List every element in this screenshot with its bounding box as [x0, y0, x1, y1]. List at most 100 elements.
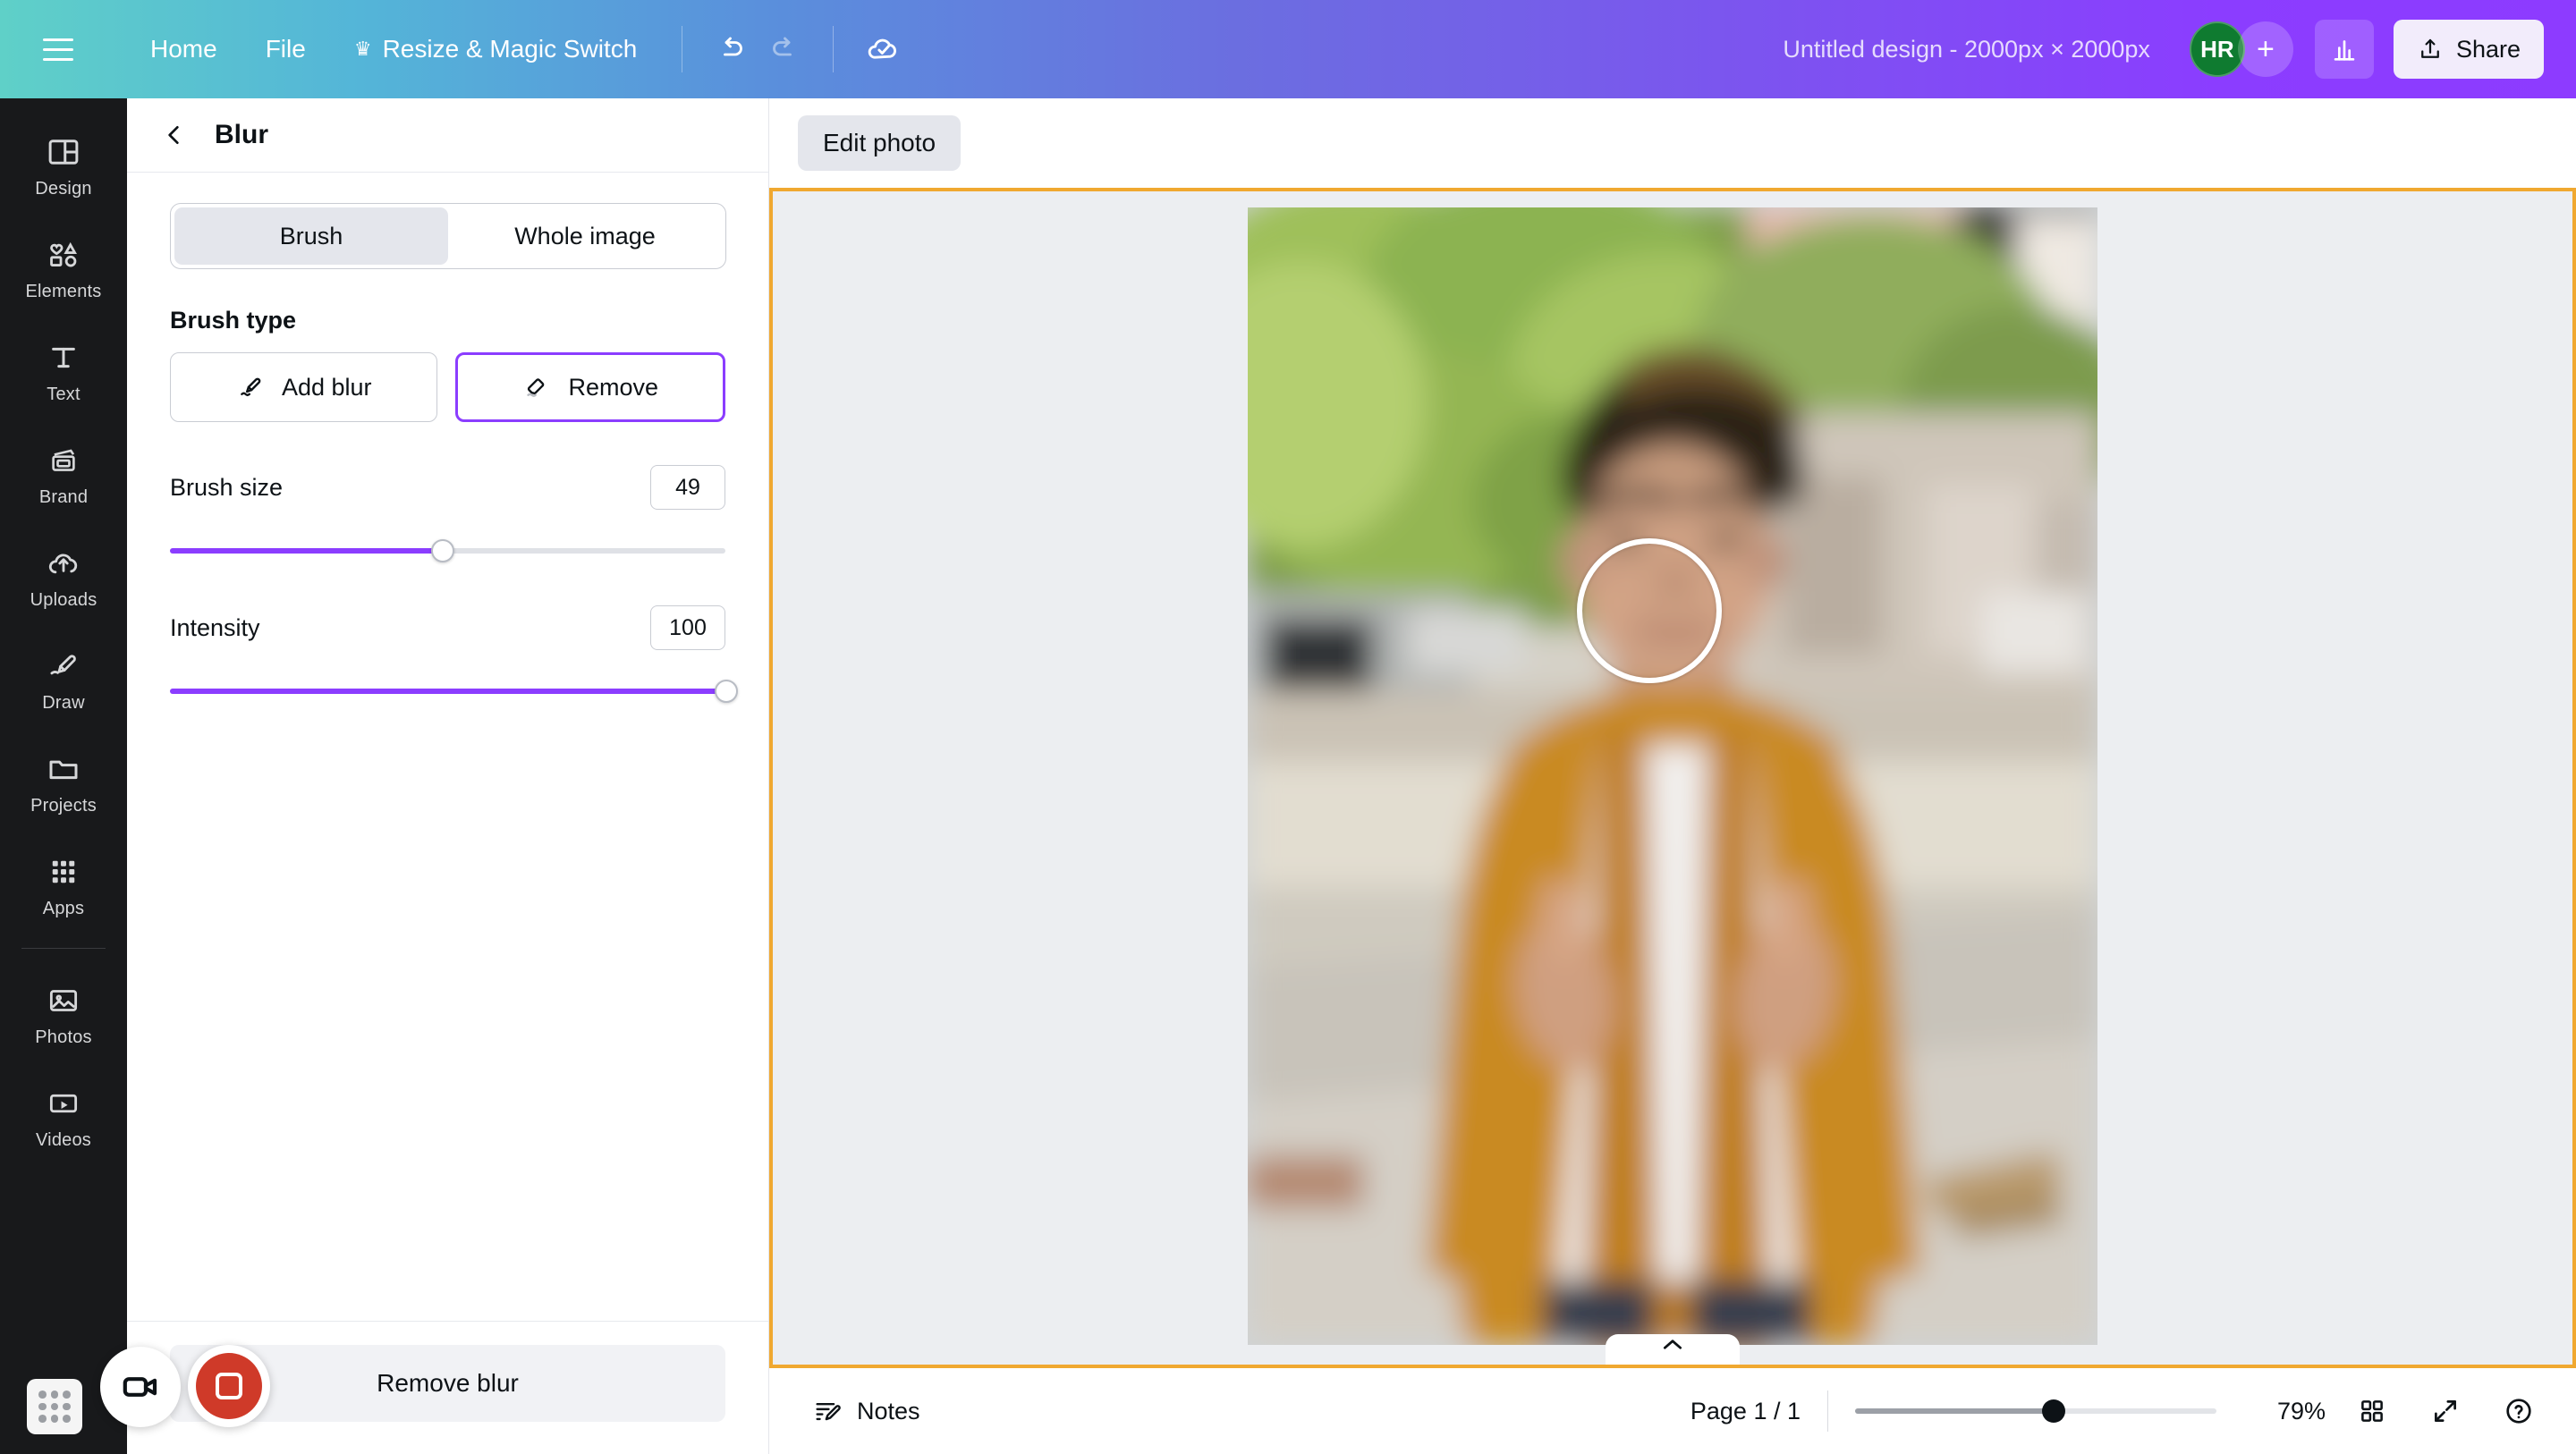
drag-grid-icon[interactable]: [27, 1379, 82, 1434]
sidebar-item-brand[interactable]: Brand: [7, 427, 120, 518]
intensity-label: Intensity: [170, 613, 260, 641]
sidebar-label-elements: Elements: [25, 282, 102, 301]
bottom-divider: [1827, 1391, 1828, 1432]
recorder-camera-button[interactable]: [100, 1347, 181, 1427]
nav-file[interactable]: File: [244, 22, 327, 76]
share-button[interactable]: Share: [2393, 20, 2544, 79]
text-icon: [52, 347, 75, 368]
tab-brush[interactable]: Brush: [174, 207, 448, 265]
document-title[interactable]: Untitled design - 2000px × 2000px: [1783, 36, 2150, 63]
help-circle-icon[interactable]: [2492, 1384, 2546, 1438]
page-title: Blur: [215, 120, 268, 149]
brush-type-heading: Brush type: [170, 307, 297, 334]
top-nav: Home File ♛ Resize & Magic Switch: [129, 22, 658, 76]
edit-photo-button[interactable]: Edit photo: [798, 115, 962, 171]
cloud-upload-icon: [48, 554, 78, 574]
page-indicator: Page 1 / 1: [1690, 1397, 1801, 1424]
brush-size-fill: [170, 548, 443, 554]
top-toolbar: Home File ♛ Resize & Magic Switch Untitl…: [0, 0, 2576, 98]
expand-icon[interactable]: [2419, 1384, 2472, 1438]
undo-icon[interactable]: [706, 23, 758, 75]
nav-home-label: Home: [150, 35, 217, 63]
hamburger-icon[interactable]: [43, 29, 84, 70]
toolbar-divider-2: [833, 26, 835, 72]
nav-file-label: File: [265, 35, 306, 63]
nav-resize-magic-switch[interactable]: ♛ Resize & Magic Switch: [333, 22, 659, 76]
add-collaborator-button[interactable]: +: [2237, 21, 2293, 77]
sidebar-label-videos: Videos: [36, 1130, 91, 1150]
sidebar-item-elements[interactable]: Elements: [7, 221, 120, 312]
design-canvas[interactable]: [769, 188, 2576, 1368]
panel-body: Brush Whole image Brush type Add blur Re…: [127, 173, 768, 1321]
sidebar-item-draw[interactable]: Draw: [7, 632, 120, 723]
notes-button[interactable]: Notes: [800, 1387, 933, 1435]
sidebar-item-projects[interactable]: Projects: [7, 735, 120, 826]
canvas-stage: Edit photo: [769, 98, 2576, 1368]
brush-size-label: Brush size: [170, 473, 284, 501]
zoom-slider[interactable]: [1855, 1399, 2216, 1423]
sidebar-item-photos[interactable]: Photos: [7, 967, 120, 1058]
remove-label: Remove: [568, 373, 659, 401]
video-camera-icon: [123, 1377, 157, 1397]
sidebar-label-text: Text: [47, 385, 80, 404]
stop-square: [216, 1373, 242, 1399]
intensity-control: Intensity 100: [170, 605, 738, 703]
sidebar-label-brand: Brand: [38, 487, 89, 507]
sidebar-item-text[interactable]: Text: [7, 324, 120, 415]
stop-record-icon: [196, 1353, 262, 1419]
sidebar-label-uploads: Uploads: [30, 590, 97, 610]
intensity-knob[interactable]: [715, 680, 738, 703]
avatar[interactable]: HR: [2189, 21, 2245, 77]
cloud-check-icon[interactable]: [857, 23, 909, 75]
zoom-track-fill: [1855, 1408, 2055, 1414]
sidebar-item-uploads[interactable]: Uploads: [7, 529, 120, 621]
sidebar-item-apps[interactable]: Apps: [7, 838, 120, 929]
left-sidebar: Design Elements Text Brand Uploads Draw …: [0, 98, 127, 1454]
notes-pen-icon: [816, 1403, 841, 1421]
nav-resize-label: Resize & Magic Switch: [382, 35, 638, 63]
tab-whole-image[interactable]: Whole image: [448, 207, 722, 265]
folder-icon: [49, 760, 78, 780]
eraser-icon: [527, 378, 545, 397]
add-blur-label: Add blur: [281, 373, 372, 401]
grid-apps-icon: [52, 860, 75, 883]
brush-type-buttons: Add blur Remove: [170, 352, 725, 422]
intensity-slider[interactable]: [170, 680, 738, 703]
grid-view-icon[interactable]: [2345, 1384, 2399, 1438]
remove-button[interactable]: Remove: [454, 352, 725, 422]
share-label: Share: [2455, 35, 2521, 63]
zoom-percent: 79%: [2276, 1397, 2326, 1424]
topbar-right-group: Untitled design - 2000px × 2000px HR + S…: [1783, 20, 2576, 79]
image-icon: [49, 990, 78, 1011]
layout-icon: [48, 139, 79, 165]
brush-size-control: Brush size 49: [170, 465, 725, 562]
chevron-up-icon: [1663, 1340, 1682, 1349]
zoom-slider-knob[interactable]: [2042, 1399, 2066, 1423]
panel-header: Blur: [127, 98, 768, 172]
sidebar-label-apps: Apps: [42, 899, 85, 918]
recorder-stop-button[interactable]: [188, 1345, 270, 1427]
redo-icon[interactable]: [758, 23, 809, 75]
sidebar-label-design: Design: [35, 179, 92, 199]
intensity-input[interactable]: 100: [650, 605, 725, 650]
bar-chart-icon[interactable]: [2314, 20, 2374, 79]
photo-element[interactable]: [1248, 207, 2097, 1345]
crown-icon: ♛: [353, 38, 372, 60]
pen-icon: [50, 655, 76, 675]
add-blur-button[interactable]: Add blur: [170, 352, 437, 422]
upload-icon: [2421, 38, 2439, 58]
brush-size-knob[interactable]: [430, 539, 454, 562]
collapse-canvas-button[interactable]: [1606, 1334, 1740, 1365]
blurred-portrait-image: [1248, 207, 2097, 1345]
sidebar-item-design[interactable]: Design: [7, 118, 120, 209]
brush-size-input[interactable]: 49: [650, 465, 725, 510]
sidebar-label-photos: Photos: [35, 1027, 92, 1047]
bottom-status-bar: Notes Page 1 / 1 79%: [769, 1368, 2576, 1454]
chevron-left-icon[interactable]: [159, 120, 190, 150]
brand-card-icon: [52, 449, 75, 471]
nav-home[interactable]: Home: [129, 22, 239, 76]
sidebar-label-projects: Projects: [30, 796, 97, 816]
sidebar-divider: [21, 948, 106, 949]
sidebar-item-videos[interactable]: Videos: [7, 1069, 120, 1161]
brush-size-slider[interactable]: [170, 539, 725, 562]
